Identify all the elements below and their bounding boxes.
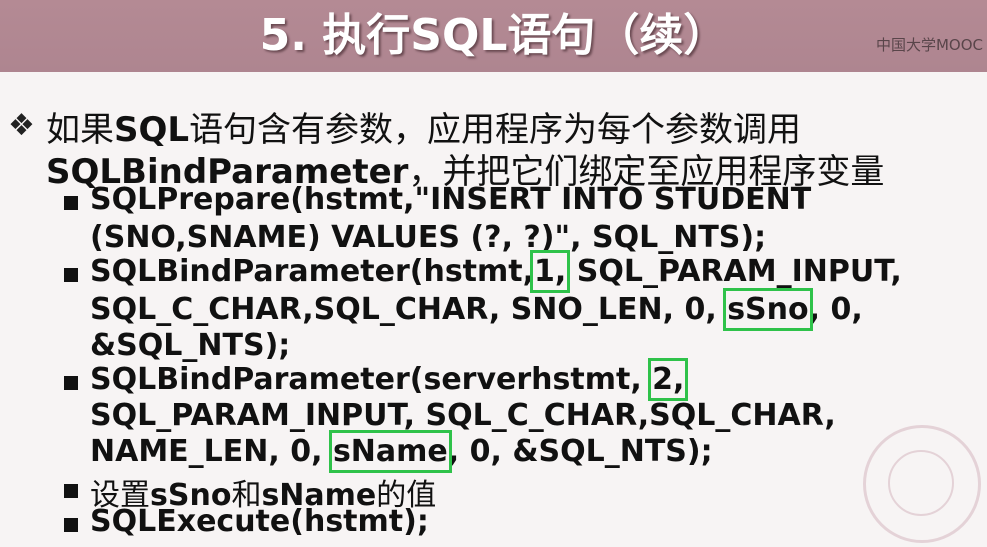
square-bullet-icon: [64, 376, 78, 390]
item-1-line-2: (SNO,SNAME) VALUES (?, ?)", SQL_NTS);: [90, 220, 767, 255]
item-2-line-3: &SQL_NTS);: [90, 328, 291, 363]
mooc-watermark: 中国大学MOOC: [875, 36, 983, 54]
square-bullet-icon: [64, 518, 78, 532]
code-text: , 0, &SQL_NTS);: [447, 434, 713, 469]
slide-title: 5. 执行SQL语句（续）: [259, 10, 728, 61]
highlight-box-sname: sName: [328, 430, 452, 473]
item-5-line: SQLExecute(hstmt);: [90, 504, 429, 539]
highlight-box-ssno: sSno: [723, 288, 813, 331]
item-3-line-1: SQLBindParameter(serverhstmt, 2,: [90, 358, 689, 401]
item-1-line-1: SQLPrepare(hstmt,"INSERT INTO STUDENT: [90, 182, 812, 217]
square-bullet-icon: [64, 196, 78, 210]
code-text: SQLBindParameter(serverhstmt,: [90, 362, 642, 397]
diamond-bullet-icon: ❖: [8, 108, 35, 143]
highlight-box-param-2: 2,: [648, 358, 689, 401]
item-2-line-1: SQLBindParameter(hstmt,1, SQL_PARAM_INPU…: [90, 250, 902, 293]
highlight-box-param-1: 1,: [529, 250, 571, 293]
code-text: SQL_C_CHAR,SQL_CHAR, SNO_LEN, 0,: [90, 292, 717, 327]
item-2-line-2: SQL_C_CHAR,SQL_CHAR, SNO_LEN, 0, sSno, 0…: [90, 288, 863, 331]
item-3-line-2: SQL_PARAM_INPUT, SQL_C_CHAR,SQL_CHAR,: [90, 398, 836, 433]
code-text: , 0,: [808, 292, 863, 327]
seal-inner-ring: [888, 450, 954, 516]
code-text: SQLBindParameter(hstmt,: [90, 254, 535, 289]
square-bullet-icon: [64, 268, 78, 282]
slide-content: ❖ 如果SQL语句含有参数，应用程序为每个参数调用 SQLBindParamet…: [0, 72, 987, 547]
code-text: NAME_LEN, 0,: [90, 434, 323, 469]
item-3-line-3: NAME_LEN, 0, sName, 0, &SQL_NTS);: [90, 430, 713, 473]
square-bullet-icon: [64, 484, 78, 498]
university-seal-watermark: [863, 425, 981, 543]
code-text: SQL_PARAM_INPUT,: [566, 254, 902, 289]
